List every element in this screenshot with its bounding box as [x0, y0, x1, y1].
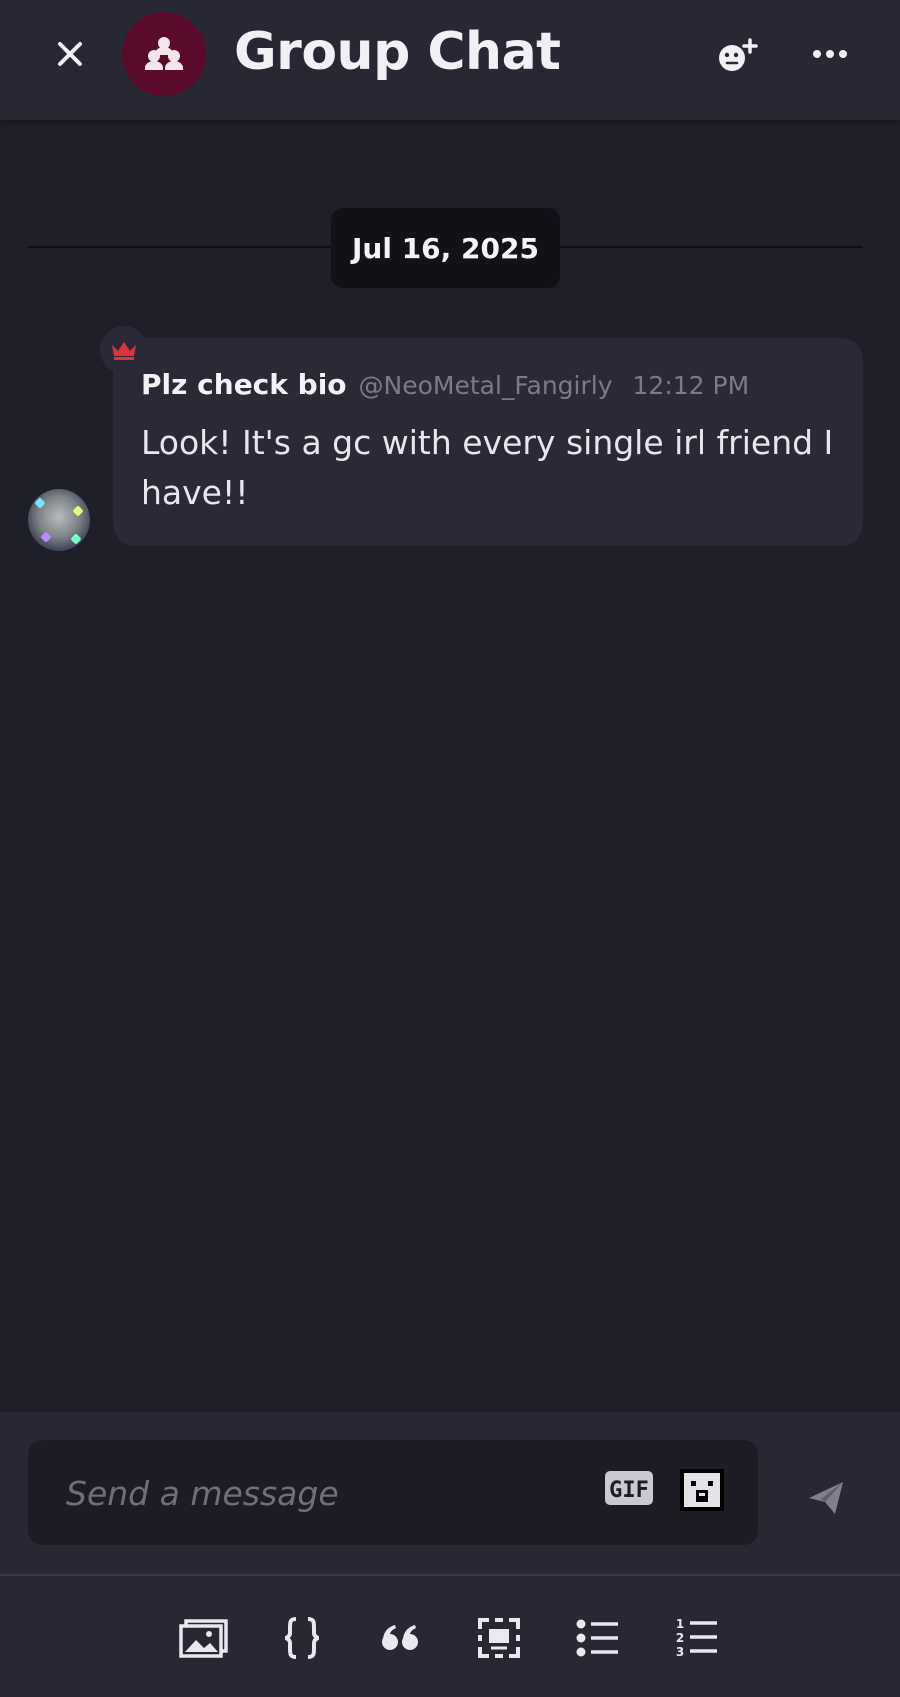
- message-text: Look! It's a gc with every single irl fr…: [141, 423, 834, 512]
- image-icon: [179, 1619, 228, 1658]
- spoiler-button[interactable]: [472, 1614, 526, 1662]
- group-icon: [145, 37, 183, 70]
- message-handle[interactable]: @NeoMetal_Fangirly: [359, 371, 613, 400]
- date-separator: Jul 16, 2025: [331, 208, 560, 288]
- more-options-button[interactable]: [808, 32, 852, 76]
- svg-text:2: 2: [676, 1631, 684, 1645]
- gif-button[interactable]: GIF: [604, 1470, 654, 1506]
- numbered-list-button[interactable]: 1 2 3: [670, 1614, 724, 1662]
- code-block-icon: [284, 1617, 320, 1659]
- sparkle-decoration: [70, 533, 82, 545]
- sticker-icon: [680, 1469, 724, 1511]
- format-toolbar: [0, 1576, 900, 1697]
- sparkle-decoration: [40, 531, 52, 543]
- author-avatar[interactable]: [28, 489, 90, 551]
- quote-button[interactable]: [373, 1614, 427, 1662]
- svg-text:3: 3: [676, 1645, 684, 1659]
- owner-badge: [100, 326, 148, 374]
- close-button[interactable]: [50, 34, 90, 74]
- message-input[interactable]: [66, 1468, 566, 1518]
- svg-text:1: 1: [676, 1617, 684, 1631]
- group-avatar[interactable]: [122, 12, 206, 96]
- sticker-button[interactable]: [678, 1467, 726, 1513]
- spoiler-icon: [478, 1618, 520, 1658]
- code-block-button[interactable]: [275, 1614, 329, 1662]
- message-timestamp: 12:12 PM: [632, 371, 750, 400]
- bullet-list-button[interactable]: [571, 1614, 625, 1662]
- crown-icon: [112, 342, 136, 360]
- close-icon: [58, 42, 82, 66]
- more-icon: [813, 50, 847, 58]
- quote-icon: [382, 1625, 418, 1650]
- add-friend-button[interactable]: [712, 32, 760, 80]
- message-author[interactable]: Plz check bio: [141, 368, 347, 401]
- send-icon: [809, 1482, 843, 1514]
- chat-header: Group Chat: [0, 0, 900, 120]
- numbered-list-icon: 1 2 3: [676, 1617, 717, 1659]
- add-friend-icon: [719, 38, 758, 71]
- send-button[interactable]: [804, 1476, 848, 1520]
- bullet-list-icon: [576, 1619, 618, 1657]
- sparkle-decoration: [72, 505, 84, 517]
- page-title: Group Chat: [234, 22, 561, 82]
- insert-image-button[interactable]: [177, 1614, 231, 1662]
- gif-label: GIF: [609, 1478, 649, 1503]
- sparkle-decoration: [34, 497, 46, 509]
- gif-icon: GIF: [605, 1471, 653, 1505]
- message-header: Plz check bio @NeoMetal_Fangirly 12:12 P…: [141, 368, 749, 401]
